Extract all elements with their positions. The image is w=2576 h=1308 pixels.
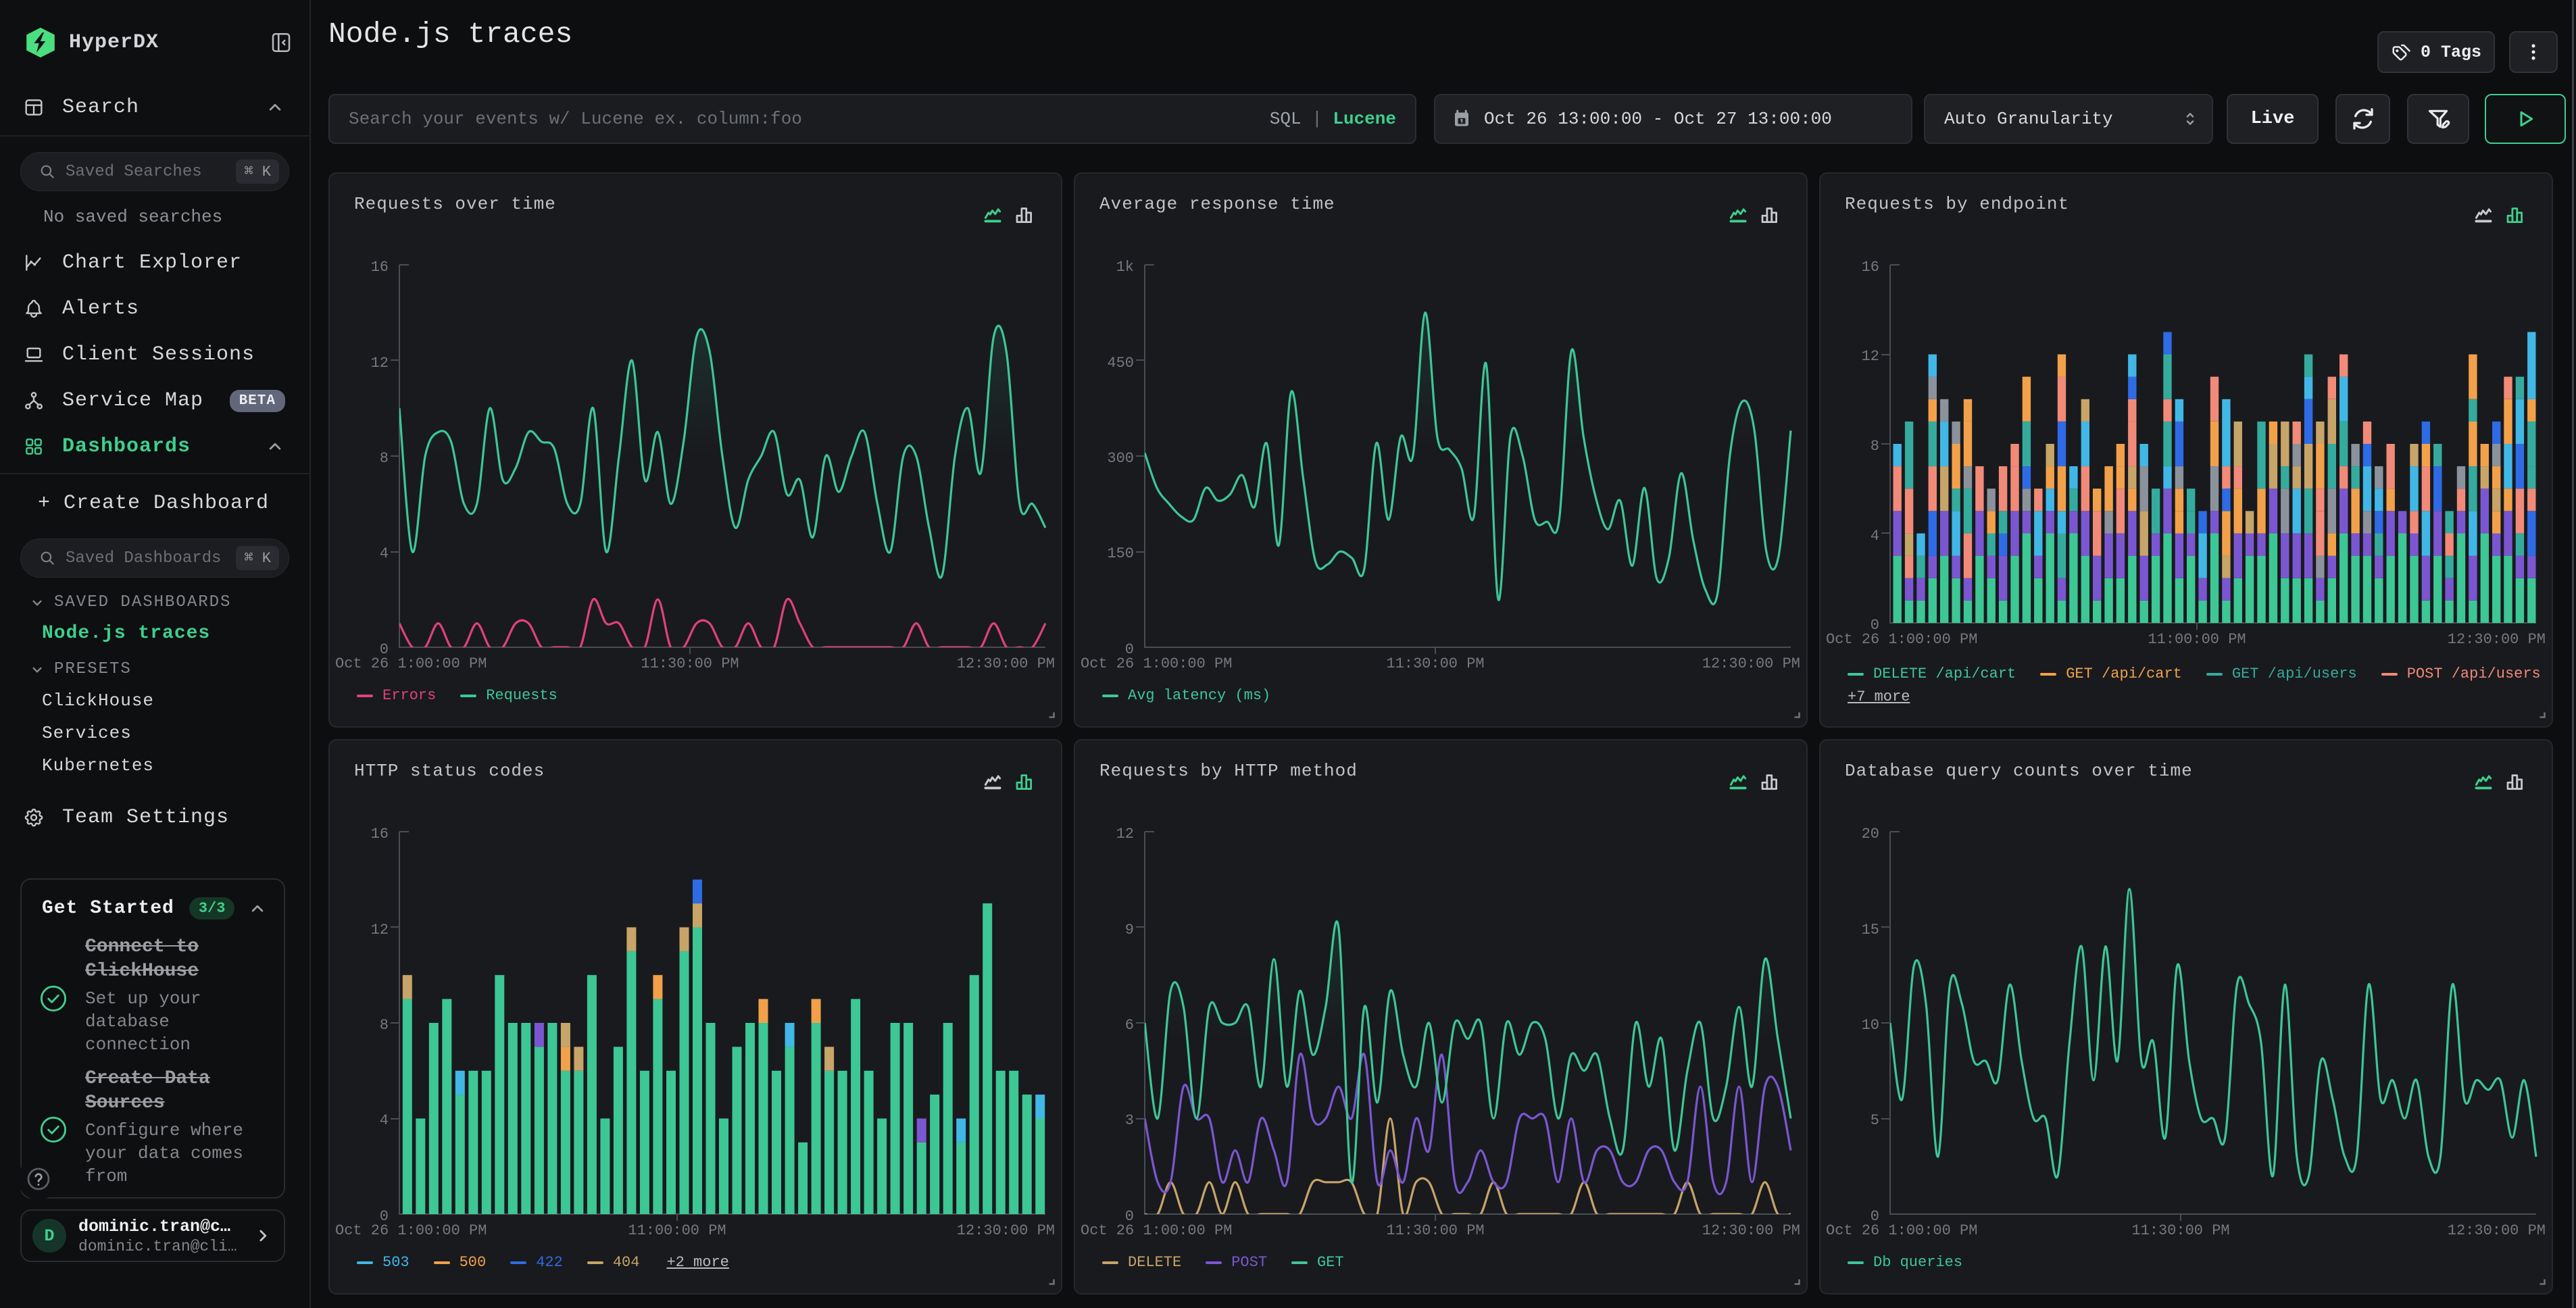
svg-text:12:30:00 PM: 12:30:00 PM	[1702, 655, 1800, 672]
svg-text:4: 4	[1871, 528, 1879, 545]
svg-text:12:30:00 PM: 12:30:00 PM	[957, 1222, 1055, 1239]
svg-text:12: 12	[1116, 826, 1134, 842]
svg-text:Oct 26 1:00:00 PM: Oct 26 1:00:00 PM	[1826, 631, 1977, 648]
svg-text:150: 150	[1107, 545, 1134, 562]
svg-text:Oct 26 1:00:00 PM: Oct 26 1:00:00 PM	[1826, 1222, 1977, 1239]
svg-text:Oct 26 1:00:00 PM: Oct 26 1:00:00 PM	[1081, 655, 1232, 672]
svg-text:300: 300	[1107, 450, 1134, 467]
svg-text:20: 20	[1862, 826, 1879, 842]
svg-text:16: 16	[371, 826, 389, 842]
svg-text:4: 4	[380, 1112, 389, 1129]
svg-text:12: 12	[1862, 348, 1879, 365]
svg-text:12: 12	[371, 355, 389, 372]
svg-text:8: 8	[380, 1017, 389, 1034]
svg-text:11:30:00 PM: 11:30:00 PM	[2131, 1222, 2229, 1239]
svg-text:12:30:00 PM: 12:30:00 PM	[2448, 631, 2546, 648]
svg-text:4: 4	[380, 545, 389, 562]
svg-text:12:30:00 PM: 12:30:00 PM	[957, 655, 1055, 672]
svg-text:9: 9	[1125, 922, 1134, 938]
svg-text:16: 16	[1862, 259, 1879, 276]
svg-text:450: 450	[1107, 355, 1134, 372]
svg-text:12:30:00 PM: 12:30:00 PM	[1702, 1222, 1800, 1239]
svg-text:12:30:00 PM: 12:30:00 PM	[2448, 1222, 2546, 1239]
svg-text:10: 10	[1862, 1017, 1879, 1034]
svg-text:11:00:00 PM: 11:00:00 PM	[2148, 631, 2246, 648]
svg-text:6: 6	[1125, 1017, 1134, 1034]
svg-text:Oct 26 1:00:00 PM: Oct 26 1:00:00 PM	[335, 655, 487, 672]
svg-text:3: 3	[1125, 1112, 1134, 1129]
svg-text:11:30:00 PM: 11:30:00 PM	[1386, 655, 1484, 672]
svg-text:12: 12	[371, 922, 389, 938]
svg-text:11:00:00 PM: 11:00:00 PM	[628, 1222, 726, 1239]
svg-text:16: 16	[371, 259, 389, 276]
svg-text:8: 8	[380, 450, 389, 467]
svg-text:8: 8	[1871, 438, 1879, 455]
svg-text:15: 15	[1862, 922, 1879, 938]
svg-text:Oct 26 1:00:00 PM: Oct 26 1:00:00 PM	[335, 1222, 487, 1239]
svg-text:1k: 1k	[1116, 259, 1134, 276]
svg-text:Oct 26 1:00:00 PM: Oct 26 1:00:00 PM	[1081, 1222, 1232, 1239]
svg-text:11:30:00 PM: 11:30:00 PM	[641, 655, 739, 672]
svg-text:5: 5	[1871, 1112, 1879, 1129]
svg-text:11:30:00 PM: 11:30:00 PM	[1386, 1222, 1484, 1239]
